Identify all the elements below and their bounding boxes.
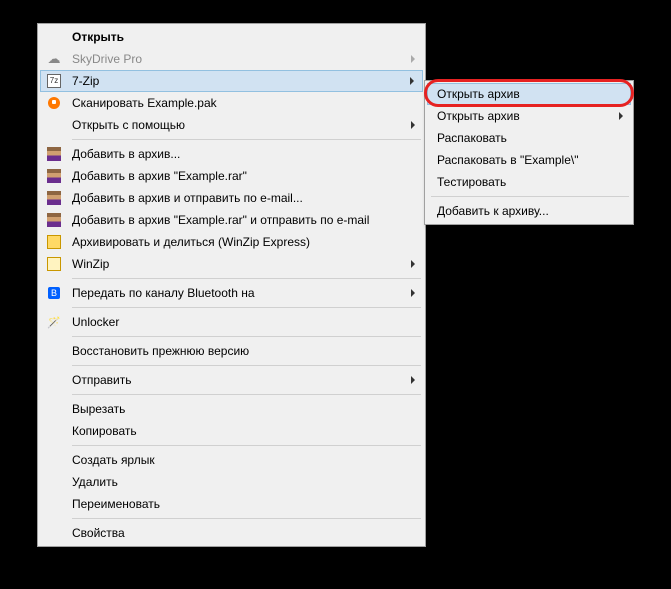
menu-item-добавить-в-архив-example-rar-и[interactable]: Добавить в архив "Example.rar" и отправи… <box>40 209 423 231</box>
menu-item-label: Свойства <box>72 526 403 540</box>
menu-item-label: Тестировать <box>437 175 611 189</box>
menu-item-label: Вырезать <box>72 402 403 416</box>
submenu-arrow-icon <box>619 112 623 120</box>
submenu-arrow-icon <box>411 260 415 268</box>
context-menu: Открыть SkyDrive Pro 7-Zip Сканировать Exam… <box>37 23 426 547</box>
submenu-arrow-icon <box>411 121 415 129</box>
blank-icon <box>42 472 66 492</box>
submenu-arrow-icon <box>410 77 414 85</box>
blank-icon <box>42 421 66 441</box>
menu-item-распаковать-в-example-[interactable]: Распаковать в "Example\" <box>427 149 631 171</box>
menu-item-7-zip[interactable]: 7-Zip <box>40 70 423 92</box>
menu-item-копировать[interactable]: Копировать <box>40 420 423 442</box>
avast-icon <box>42 93 66 113</box>
rar-icon <box>42 144 66 164</box>
menu-item-label: Распаковать <box>437 131 611 145</box>
submenu-arrow-icon <box>411 55 415 63</box>
blank-icon <box>42 341 66 361</box>
7zip-submenu: Открыть архив Открыть архив Распаковать Рас… <box>424 80 634 225</box>
menu-item-вырезать[interactable]: Вырезать <box>40 398 423 420</box>
menu-item-распаковать[interactable]: Распаковать <box>427 127 631 149</box>
blank-icon <box>42 450 66 470</box>
blank-icon <box>42 115 66 135</box>
menu-item-тестировать[interactable]: Тестировать <box>427 171 631 193</box>
wand-icon <box>42 312 66 332</box>
rar-icon <box>42 210 66 230</box>
menu-separator <box>72 394 421 395</box>
menu-item-открыть-с-помощью[interactable]: Открыть с помощью <box>40 114 423 136</box>
submenu-arrow-icon <box>411 289 415 297</box>
rar-icon <box>42 188 66 208</box>
menu-item-добавить-в-архив-и-отправить-п[interactable]: Добавить в архив и отправить по e-mail..… <box>40 187 423 209</box>
menu-item-label: Восстановить прежнюю версию <box>72 344 403 358</box>
menu-item-добавить-в-архив-example-rar-[interactable]: Добавить в архив "Example.rar" <box>40 165 423 187</box>
menu-item-передать-по-каналу-bluetooth-н[interactable]: Передать по каналу Bluetooth на <box>40 282 423 304</box>
blank-icon <box>42 27 66 47</box>
menu-item-label: Создать ярлык <box>72 453 403 467</box>
menu-item-переименовать[interactable]: Переименовать <box>40 493 423 515</box>
menu-item-label: Добавить в архив... <box>72 147 403 161</box>
menu-item-открыть-архив[interactable]: Открыть архив <box>427 83 631 105</box>
wz-icon <box>42 254 66 274</box>
blank-icon <box>42 523 66 543</box>
blank-icon <box>42 370 66 390</box>
menu-item-label: Открыть архив <box>437 109 611 123</box>
menu-item-добавить-в-архив-[interactable]: Добавить в архив... <box>40 143 423 165</box>
menu-item-label: Распаковать в "Example\" <box>437 153 611 167</box>
menu-item-label: Добавить в архив "Example.rar" и отправи… <box>72 213 403 227</box>
menu-item-label: Удалить <box>72 475 403 489</box>
menu-separator <box>431 196 629 197</box>
menu-item-label: Архивировать и делиться (WinZip Express) <box>72 235 403 249</box>
menu-item-label: Открыть <box>72 30 403 44</box>
menu-item-создать-ярлык[interactable]: Создать ярлык <box>40 449 423 471</box>
menu-item-свойства[interactable]: Свойства <box>40 522 423 544</box>
wzexp-icon <box>42 232 66 252</box>
menu-item-label: Копировать <box>72 424 403 438</box>
7z-icon <box>42 71 66 91</box>
menu-item-label: Передать по каналу Bluetooth на <box>72 286 403 300</box>
menu-item-label: WinZip <box>72 257 403 271</box>
menu-separator <box>72 139 421 140</box>
menu-item-архивировать-и-делиться-winzip[interactable]: Архивировать и делиться (WinZip Express) <box>40 231 423 253</box>
menu-item-unlocker[interactable]: Unlocker <box>40 311 423 333</box>
bt-icon <box>42 283 66 303</box>
rar-icon <box>42 166 66 186</box>
menu-item-открыть: Открыть <box>40 26 423 48</box>
menu-item-label: Переименовать <box>72 497 403 511</box>
menu-item-label: Открыть с помощью <box>72 118 403 132</box>
menu-item-добавить-к-архиву-[interactable]: Добавить к архиву... <box>427 200 631 222</box>
menu-item-skydrive-pro[interactable]: SkyDrive Pro <box>40 48 423 70</box>
cloud-icon <box>42 49 66 69</box>
menu-separator <box>72 278 421 279</box>
menu-item-отправить[interactable]: Отправить <box>40 369 423 391</box>
submenu-arrow-icon <box>411 376 415 384</box>
menu-item-label: 7-Zip <box>72 74 403 88</box>
blank-icon <box>42 399 66 419</box>
menu-item-label: Открыть архив <box>437 87 611 101</box>
menu-item-label: Unlocker <box>72 315 403 329</box>
menu-item-label: SkyDrive Pro <box>72 52 403 66</box>
menu-item-удалить[interactable]: Удалить <box>40 471 423 493</box>
menu-item-label: Добавить к архиву... <box>437 204 611 218</box>
menu-item-восстановить-прежнюю-версию[interactable]: Восстановить прежнюю версию <box>40 340 423 362</box>
menu-item-label: Добавить в архив "Example.rar" <box>72 169 403 183</box>
blank-icon <box>42 494 66 514</box>
menu-item-label: Отправить <box>72 373 403 387</box>
menu-item-winzip[interactable]: WinZip <box>40 253 423 275</box>
menu-separator <box>72 365 421 366</box>
menu-separator <box>72 518 421 519</box>
menu-separator <box>72 336 421 337</box>
menu-item-сканировать-example-pak[interactable]: Сканировать Example.pak <box>40 92 423 114</box>
menu-item-label: Сканировать Example.pak <box>72 96 403 110</box>
menu-separator <box>72 307 421 308</box>
menu-item-открыть-архив[interactable]: Открыть архив <box>427 105 631 127</box>
menu-item-label: Добавить в архив и отправить по e-mail..… <box>72 191 403 205</box>
menu-separator <box>72 445 421 446</box>
